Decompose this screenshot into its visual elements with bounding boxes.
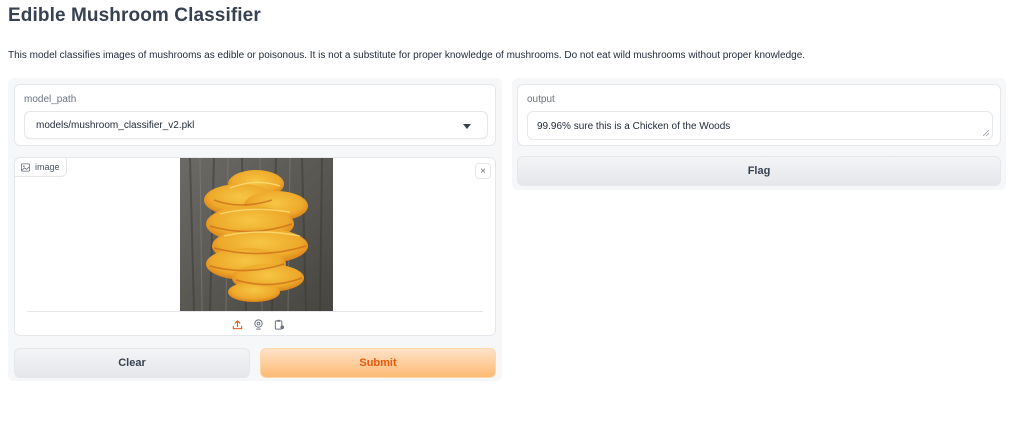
output-panel: output 99.96% sure this is a Chicken of … — [512, 78, 1006, 190]
model-path-block: model_path models/mushroom_classifier_v2… — [14, 84, 496, 146]
image-input-block: image × — [14, 157, 496, 336]
clear-button[interactable]: Clear — [14, 348, 250, 378]
image-label: image — [35, 162, 60, 172]
mushroom-image — [180, 158, 333, 311]
page-title: Edible Mushroom Classifier — [8, 5, 261, 26]
output-value: 99.96% sure this is a Chicken of the Woo… — [537, 121, 731, 132]
model-path-value: models/mushroom_classifier_v2.pkl — [36, 120, 195, 131]
close-icon[interactable]: × — [475, 163, 491, 179]
page-description: This model classifies images of mushroom… — [8, 50, 806, 61]
output-textbox[interactable]: 99.96% sure this is a Chicken of the Woo… — [527, 111, 993, 140]
clipboard-icon[interactable] — [273, 318, 285, 330]
webcam-icon[interactable] — [252, 318, 264, 330]
flag-button[interactable]: Flag — [517, 156, 1001, 186]
input-panel: model_path models/mushroom_classifier_v2… — [8, 78, 502, 381]
image-label-badge: image — [15, 158, 67, 177]
image-divider — [27, 311, 483, 312]
upload-icon[interactable] — [231, 318, 243, 330]
image-source-tools — [231, 318, 285, 330]
close-symbol: × — [480, 165, 486, 177]
submit-button[interactable]: Submit — [260, 348, 496, 378]
output-block: output 99.96% sure this is a Chicken of … — [517, 84, 1001, 146]
image-icon — [21, 162, 30, 172]
chevron-down-icon[interactable] — [463, 124, 471, 129]
resize-handle-icon[interactable] — [983, 130, 989, 136]
model-path-label: model_path — [24, 94, 77, 105]
model-path-dropdown[interactable]: models/mushroom_classifier_v2.pkl — [24, 111, 488, 139]
output-label: output — [527, 94, 555, 105]
